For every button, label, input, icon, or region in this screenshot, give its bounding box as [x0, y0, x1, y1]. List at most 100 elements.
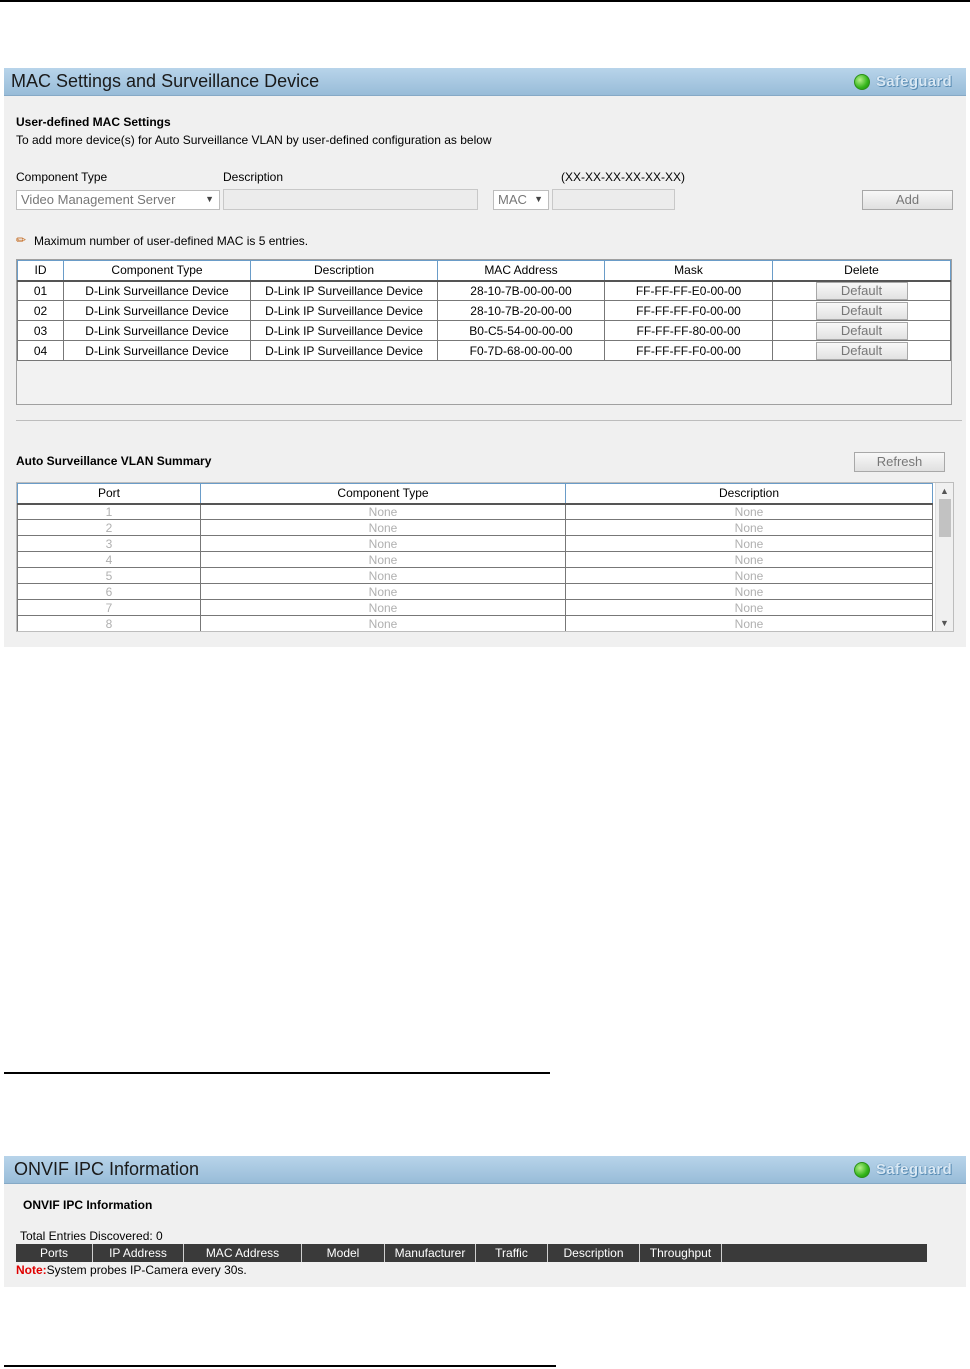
row-id: 03 [17, 320, 64, 341]
col-throughput: Throughput [640, 1244, 722, 1262]
row-component: None [200, 599, 566, 616]
summary-table-container[interactable]: Port Component Type Description 1 None Non… [16, 482, 954, 632]
table-header-row: Port Component Type Description [17, 483, 933, 505]
table-row: 2 None None [17, 519, 933, 536]
green-led-icon [853, 73, 870, 90]
chevron-down-icon: ▼ [205, 194, 214, 204]
summary-title: Auto Surveillance VLAN Summary [16, 454, 212, 468]
panel-header: ONVIF IPC Information Safeguard [4, 1156, 966, 1184]
row-port: 8 [17, 615, 201, 631]
row-mask: FF-FF-FF-80-00-00 [604, 320, 773, 341]
add-button[interactable]: Add [862, 190, 953, 210]
address-type-value: MAC [498, 192, 527, 207]
page-top-rule [0, 0, 970, 2]
panel-header: MAC Settings and Surveillance Device Saf… [4, 68, 966, 96]
separator-line [4, 1365, 556, 1367]
table-row: 3 None None [17, 535, 933, 552]
mac-settings-panel: MAC Settings and Surveillance Device Saf… [4, 68, 966, 647]
row-description: None [565, 519, 933, 536]
row-description: None [565, 615, 933, 631]
col-model: Model [302, 1244, 385, 1262]
row-mac: 28-10-7B-20-00-00 [437, 300, 605, 321]
section-description: To add more device(s) for Auto Surveilla… [16, 133, 492, 147]
row-port: 7 [17, 599, 201, 616]
table-row: 02 D-Link Surveillance Device D-Link IP … [17, 300, 951, 321]
row-component: D-Link Surveillance Device [63, 340, 251, 361]
user-mac-table: ID Component Type Description MAC Addres… [17, 260, 951, 361]
note-text: System probes IP-Camera every 30s. [46, 1263, 247, 1277]
row-description: None [565, 535, 933, 552]
component-type-value: Video Management Server [21, 192, 176, 207]
refresh-button[interactable]: Refresh [854, 452, 945, 472]
row-port: 3 [17, 535, 201, 552]
description-label: Description [223, 170, 284, 184]
onvif-table-header: Ports IP Address MAC Address Model Manuf… [16, 1244, 927, 1262]
col-ip-address: IP Address [93, 1244, 184, 1262]
row-description: D-Link IP Surveillance Device [250, 280, 438, 301]
col-description: Description [250, 260, 438, 282]
user-mac-table-container: ID Component Type Description MAC Addres… [16, 259, 952, 405]
default-button[interactable]: Default [815, 301, 908, 320]
row-id: 02 [17, 300, 64, 321]
scroll-up-icon[interactable]: ▲ [940, 486, 949, 496]
probe-note: Note:System probes IP-Camera every 30s. [16, 1263, 247, 1277]
col-description: Description [565, 483, 933, 505]
section-divider [16, 420, 962, 421]
row-component: D-Link Surveillance Device [63, 320, 251, 341]
table-row: 4 None None [17, 551, 933, 568]
row-mac: F0-7D-68-00-00-00 [437, 340, 605, 361]
row-component: None [200, 583, 566, 600]
mac-address-input[interactable] [552, 189, 675, 210]
row-mask: FF-FF-FF-F0-00-00 [604, 340, 773, 361]
table-row: 6 None None [17, 583, 933, 600]
total-entries: Total Entries Discovered: 0 [20, 1229, 163, 1243]
table-row: 5 None None [17, 567, 933, 584]
default-button[interactable]: Default [815, 281, 908, 300]
separator-line [4, 1072, 550, 1074]
table-row: 01 D-Link Surveillance Device D-Link IP … [17, 280, 951, 301]
safeguard-label: Safeguard [875, 1161, 952, 1178]
col-component-type: Component Type [63, 260, 251, 282]
col-component-type: Component Type [200, 483, 566, 505]
safeguard-label: Safeguard [875, 73, 952, 90]
col-id: ID [17, 260, 64, 282]
description-input[interactable] [223, 189, 478, 210]
row-description: None [565, 583, 933, 600]
row-id: 01 [17, 280, 64, 301]
row-description: None [565, 599, 933, 616]
row-component: D-Link Surveillance Device [63, 280, 251, 301]
table-row: 03 D-Link Surveillance Device D-Link IP … [17, 320, 951, 341]
row-description: None [565, 567, 933, 584]
row-mask: FF-FF-FF-E0-00-00 [604, 280, 773, 301]
col-mask: Mask [604, 260, 773, 282]
row-component: None [200, 551, 566, 568]
summary-scrollbar[interactable]: ▲ ▼ [935, 483, 953, 631]
col-mac-address: MAC Address [437, 260, 605, 282]
address-type-select[interactable]: MAC ▼ [493, 190, 549, 210]
default-button[interactable]: Default [815, 341, 908, 360]
green-led-icon [853, 1161, 870, 1178]
panel-title: ONVIF IPC Information [14, 1159, 200, 1179]
section-title: User-defined MAC Settings [16, 115, 171, 129]
row-port: 4 [17, 551, 201, 568]
row-port: 5 [17, 567, 201, 584]
table-row: 8 None None [17, 615, 933, 631]
row-id: 04 [17, 340, 64, 361]
section-title: ONVIF IPC Information [23, 1198, 153, 1212]
row-description: None [565, 551, 933, 568]
table-row: 7 None None [17, 599, 933, 616]
table-header-row: ID Component Type Description MAC Addres… [17, 260, 951, 282]
row-mask: FF-FF-FF-F0-00-00 [604, 300, 773, 321]
row-port: 2 [17, 519, 201, 536]
row-component: None [200, 503, 566, 520]
scroll-down-icon[interactable]: ▼ [940, 618, 949, 628]
row-delete-cell: Default [772, 300, 951, 321]
row-component: None [200, 567, 566, 584]
row-description: None [565, 503, 933, 520]
row-delete-cell: Default [772, 320, 951, 341]
component-type-select[interactable]: Video Management Server ▼ [16, 190, 220, 210]
row-description: D-Link IP Surveillance Device [250, 320, 438, 341]
default-button[interactable]: Default [815, 321, 908, 340]
scroll-thumb[interactable] [939, 499, 951, 537]
table-row: 1 None None [17, 503, 933, 520]
